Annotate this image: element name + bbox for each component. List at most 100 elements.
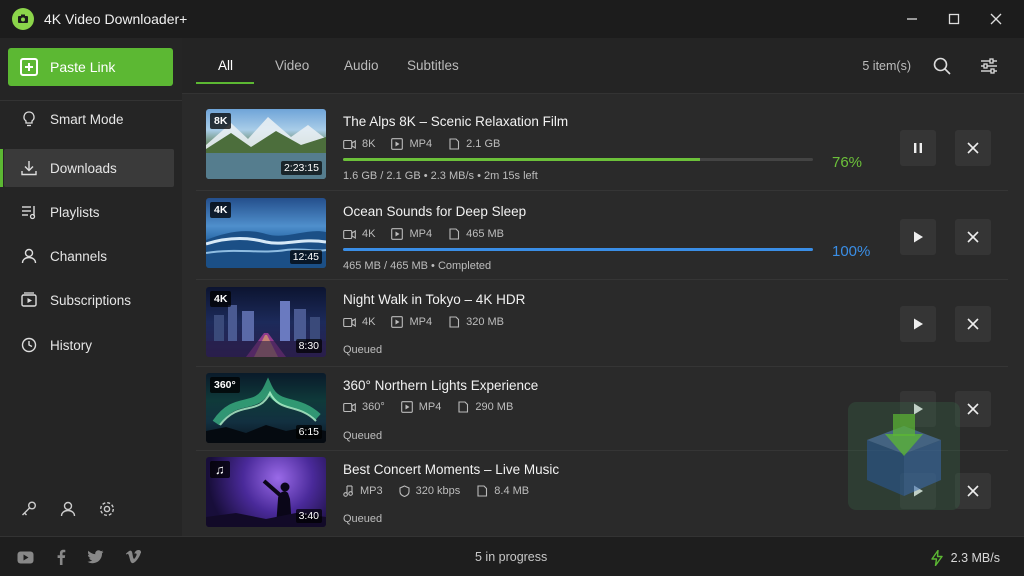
speed-value: 2.3 MB/s [950,551,1000,565]
twitter-icon[interactable] [86,548,104,566]
youtube-icon[interactable] [16,548,34,566]
sidebar-item-downloads[interactable]: Downloads [0,149,174,187]
format-value: MP4 [409,138,433,150]
tab-video[interactable]: Video [275,58,309,73]
tab-subtitles[interactable]: Subtitles [407,58,459,73]
remove-button[interactable] [955,391,991,427]
user-icon [21,248,37,264]
duration-label: 8:30 [295,339,322,353]
download-icon [21,161,37,176]
playlist-icon [22,206,36,220]
remove-button[interactable] [955,306,991,342]
pause-button[interactable] [900,130,936,166]
format-icon [400,401,413,413]
size-icon [458,401,469,413]
vimeo-icon[interactable] [124,548,142,566]
close-window-button[interactable] [979,6,1013,32]
close-icon [967,485,979,497]
paste-link-button[interactable]: Paste Link [8,48,173,86]
sidebar-item-label: Downloads [50,160,117,176]
quality-badge: 4K [210,291,232,307]
download-row[interactable]: 4K 8:30 Night Walk in Tokyo – 4K HDR 4K … [196,280,1008,367]
progress-fill [343,248,813,251]
close-icon [967,142,979,154]
status-bar: 5 in progress 2.3 MB/s [0,536,1024,576]
item-count: 5 item(s) [862,59,911,73]
sidebar-item-channels[interactable]: Channels [4,237,174,275]
meta-row: 360° MP4 290 MB [343,401,529,413]
in-progress-count: 5 in progress [475,550,548,564]
active-tab-indicator [196,82,254,84]
format-value: MP4 [409,228,433,240]
format-icon [391,138,404,150]
key-icon[interactable] [18,498,40,520]
drop-zone-box-icon [848,402,960,510]
close-icon [967,318,979,330]
duration-label: 2:23:15 [280,161,322,175]
title-bar: 4K Video Downloader+ [0,0,1024,38]
progress-fill [343,158,701,161]
tab-all[interactable]: All [218,58,233,73]
subscription-icon [21,292,37,307]
download-status: 465 MB / 465 MB • Completed [343,260,492,272]
gear-icon[interactable] [96,498,118,520]
play-icon [914,231,923,243]
facebook-icon[interactable] [52,548,70,566]
download-title: Ocean Sounds for Deep Sleep [343,204,527,219]
sidebar: Paste Link Smart Mode Downloads Playlist… [0,38,182,536]
sidebar-item-label: Playlists [50,204,100,220]
progress-percent: 100% [832,243,871,260]
thumbnail: 4K 12:45 [206,198,326,268]
download-row[interactable]: 8K 2:23:15 The Alps 8K – Scenic Relaxati… [196,102,1008,191]
progress-percent: 76% [832,154,863,171]
app-title: 4K Video Downloader+ [44,11,188,27]
sidebar-item-history[interactable]: History [4,326,174,364]
size-icon [449,316,460,328]
thumbnail: 360° 6:15 [206,373,326,443]
sidebar-item-playlists[interactable]: Playlists [4,193,174,231]
progress-bar [343,248,813,251]
resolution-value: 360° [362,401,385,413]
bulb-icon [23,111,35,127]
search-icon[interactable] [930,54,954,78]
size-value: 320 MB [466,316,505,328]
resolution-value: 8K [362,138,376,150]
size-icon [449,228,460,240]
account-icon[interactable] [57,498,79,520]
play-button[interactable] [900,219,936,255]
download-title: Best Concert Moments – Live Music [343,462,560,477]
sidebar-item-smart-mode[interactable]: Smart Mode [4,100,174,138]
duration-label: 6:15 [295,425,322,439]
quality-badge: 360° [210,377,240,393]
format-icon [391,316,404,328]
download-title: Night Walk in Tokyo – 4K HDR [343,292,526,307]
video-icon [343,402,356,412]
play-button[interactable] [900,306,936,342]
tab-audio[interactable]: Audio [344,58,379,73]
remove-button[interactable] [955,473,991,509]
remove-button[interactable] [955,219,991,255]
size-value: 290 MB [475,401,514,413]
sidebar-item-label: Smart Mode [50,111,124,127]
bitrate-value: 320 kbps [415,485,461,497]
sidebar-item-subscriptions[interactable]: Subscriptions [4,281,174,319]
minimize-button[interactable] [895,6,929,32]
download-row[interactable]: 4K 12:45 Ocean Sounds for Deep Sleep 4K … [196,191,1008,280]
play-icon [914,318,923,330]
quality-badge: 4K [210,202,232,218]
meta-row: 4K MP4 465 MB [343,228,520,240]
maximize-button[interactable] [937,6,971,32]
size-value: 8.4 MB [494,485,530,497]
thumbnail: 8K 2:23:15 [206,109,326,179]
remove-button[interactable] [955,130,991,166]
sidebar-item-label: History [50,337,93,353]
download-title: The Alps 8K – Scenic Relaxation Film [343,114,569,129]
filter-icon[interactable] [977,54,1001,78]
size-value: 465 MB [466,228,505,240]
download-title: 360° Northern Lights Experience [343,378,539,393]
thumbnail: ♫ 3:40 [206,457,326,527]
music-note-icon [343,485,353,497]
size-value: 2.1 GB [466,138,501,150]
close-icon [967,231,979,243]
sidebar-item-label: Channels [50,248,108,264]
